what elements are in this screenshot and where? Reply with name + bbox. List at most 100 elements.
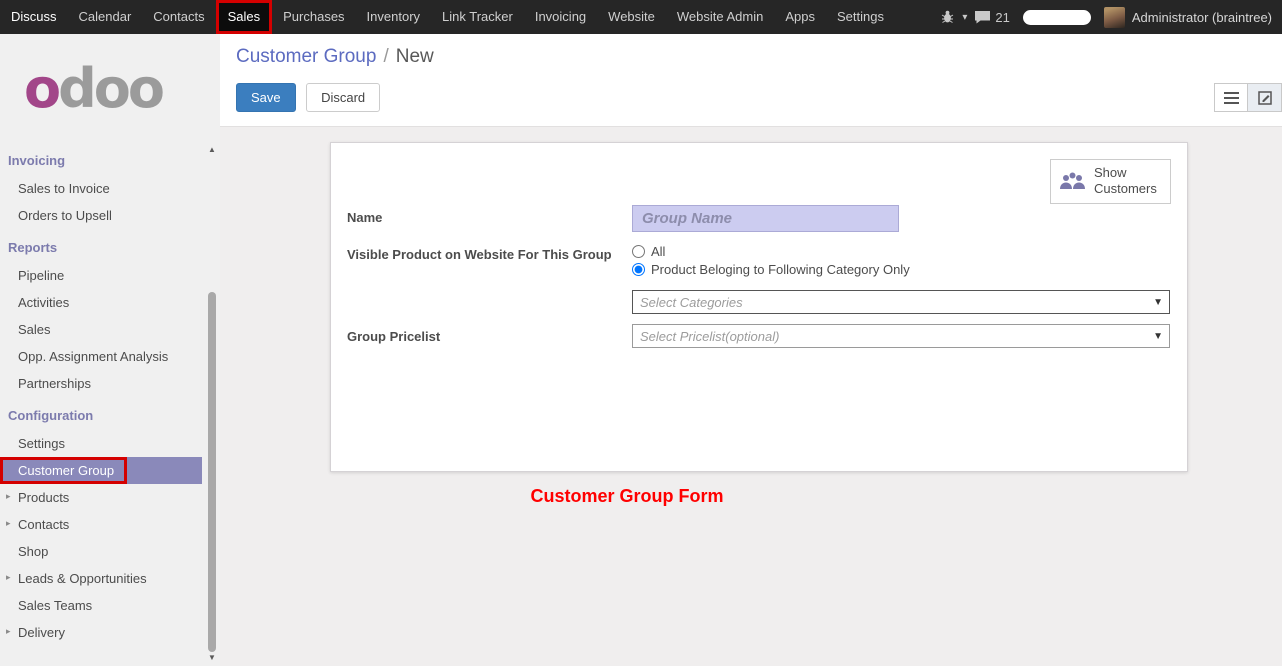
menu-settings[interactable]: Settings	[826, 0, 895, 34]
sidebar-item-label: Sales to Invoice	[18, 181, 110, 196]
odoo-logo-accent-letter: o	[24, 57, 58, 120]
breadcrumb-parent-link[interactable]: Customer Group	[236, 46, 376, 67]
show-customers-button[interactable]: Show Customers	[1050, 159, 1171, 204]
breadcrumb-current: New	[396, 46, 434, 67]
main-area: Customer Group / New Save Discard	[220, 34, 1282, 666]
sidebar-item-sales-teams[interactable]: Sales Teams	[0, 592, 202, 619]
list-view-button[interactable]	[1214, 83, 1248, 112]
odoo-logo-rest: doo	[58, 57, 162, 120]
view-switcher	[1214, 83, 1282, 112]
group-name-input[interactable]	[632, 205, 899, 232]
visibility-radio-group: All Product Beloging to Following Catego…	[632, 242, 1170, 280]
sidebar-item-opp-assignment-analysis[interactable]: Opp. Assignment Analysis	[0, 343, 202, 370]
pricelist-select-placeholder: Select Pricelist(optional)	[640, 329, 779, 344]
expand-arrow-icon[interactable]: ▸	[6, 491, 11, 502]
odoo-logo: odoo	[0, 34, 220, 142]
menu-sales[interactable]: Sales	[216, 0, 273, 34]
menu-invoicing[interactable]: Invoicing	[524, 0, 597, 34]
annotation-red-box: Customer Group	[0, 457, 127, 484]
dropdown-arrow-icon: ▼	[1153, 297, 1163, 308]
menu-link-tracker[interactable]: Link Tracker	[431, 0, 524, 34]
sidebar-item-label: Sales	[18, 322, 51, 337]
radio-category-only-label: Product Beloging to Following Category O…	[651, 262, 910, 277]
caret-down-icon[interactable]: ▾	[962, 12, 967, 23]
sidebar-item-label: Orders to Upsell	[18, 208, 112, 223]
scroll-down-icon[interactable]: ▼	[206, 652, 218, 664]
menu-contacts[interactable]: Contacts	[142, 0, 215, 34]
sidebar-section-configuration: Configuration	[0, 397, 202, 430]
sidebar-item-label: Activities	[18, 295, 69, 310]
sidebar-item-customer-group[interactable]: Customer Group	[0, 457, 202, 484]
menu-calendar[interactable]: Calendar	[68, 0, 143, 34]
show-customers-label: Show Customers	[1094, 165, 1158, 198]
sidebar-item-label: Settings	[18, 436, 65, 451]
avatar[interactable]	[1104, 7, 1125, 28]
name-label: Name	[347, 205, 632, 225]
sidebar-item-orders-to-upsell[interactable]: Orders to Upsell	[0, 202, 202, 229]
form-view-button[interactable]	[1248, 83, 1282, 112]
sidebar-item-shop[interactable]: Shop	[0, 538, 202, 565]
sidebar-item-label: Leads & Opportunities	[18, 571, 147, 586]
user-menu[interactable]: Administrator (braintree)	[1132, 10, 1272, 25]
expand-arrow-icon[interactable]: ▸	[6, 626, 11, 637]
annotation-caption: Customer Group Form	[427, 486, 827, 507]
menu-inventory[interactable]: Inventory	[356, 0, 431, 34]
sidebar-item-settings[interactable]: Settings	[0, 430, 202, 457]
save-button[interactable]: Save	[236, 83, 296, 112]
sidebar-item-delivery[interactable]: ▸ Delivery	[0, 619, 202, 646]
sidebar-item-label: Sales Teams	[18, 598, 92, 613]
sidebar-item-label: Products	[18, 490, 69, 505]
sidebar: odoo Invoicing Sales to Invoice Orders t…	[0, 34, 220, 666]
sidebar-item-partnerships[interactable]: Partnerships	[0, 370, 202, 397]
sidebar-section-reports: Reports	[0, 229, 202, 262]
menu-apps[interactable]: Apps	[774, 0, 826, 34]
menu-website[interactable]: Website	[597, 0, 666, 34]
sidebar-item-sales[interactable]: Sales	[0, 316, 202, 343]
list-view-icon	[1224, 92, 1239, 104]
top-menu-list: Discuss Calendar Contacts Sales Purchase…	[0, 0, 895, 34]
radio-option-all[interactable]: All	[632, 244, 1170, 259]
radio-all-input[interactable]	[632, 245, 645, 258]
pricelist-label: Group Pricelist	[347, 324, 632, 344]
visibility-label: Visible Product on Website For This Grou…	[347, 242, 632, 262]
radio-option-category-only[interactable]: Product Beloging to Following Category O…	[632, 262, 1170, 277]
sidebar-item-sales-to-invoice[interactable]: Sales to Invoice	[0, 175, 202, 202]
breadcrumb-separator: /	[383, 46, 388, 67]
expand-arrow-icon[interactable]: ▸	[6, 572, 11, 583]
menu-discuss[interactable]: Discuss	[0, 0, 68, 34]
expand-arrow-icon[interactable]: ▸	[6, 518, 11, 529]
scrollbar-thumb[interactable]	[208, 292, 216, 652]
form-view-icon	[1258, 91, 1272, 105]
sidebar-item-label: Pipeline	[18, 268, 64, 283]
sidebar-item-label: Customer Group	[18, 463, 114, 478]
messages-icon[interactable]	[974, 10, 991, 24]
scroll-up-icon[interactable]: ▲	[206, 144, 218, 156]
sidebar-item-leads-opportunities[interactable]: ▸ Leads & Opportunities	[0, 565, 202, 592]
form-fields: Name Visible Product on Website For This…	[347, 205, 1167, 348]
categories-select-placeholder: Select Categories	[640, 295, 743, 310]
menu-website-admin[interactable]: Website Admin	[666, 0, 774, 34]
sidebar-item-label: Delivery	[18, 625, 65, 640]
discard-button[interactable]: Discard	[306, 83, 380, 112]
sidebar-item-label: Shop	[18, 544, 48, 559]
sidebar-item-pipeline[interactable]: Pipeline	[0, 262, 202, 289]
radio-all-label: All	[651, 244, 665, 259]
sidebar-section-invoicing: Invoicing	[0, 142, 202, 175]
messages-count[interactable]: 21	[995, 10, 1009, 25]
sidebar-item-activities[interactable]: Activities	[0, 289, 202, 316]
categories-select[interactable]: Select Categories ▼	[632, 290, 1170, 314]
radio-category-only-input[interactable]	[632, 263, 645, 276]
sidebar-nav: Invoicing Sales to Invoice Orders to Ups…	[0, 142, 220, 646]
sidebar-item-products[interactable]: ▸ Products	[0, 484, 202, 511]
status-pill[interactable]	[1023, 10, 1091, 25]
dropdown-arrow-icon: ▼	[1153, 331, 1163, 342]
pricelist-select[interactable]: Select Pricelist(optional) ▼	[632, 324, 1170, 348]
sidebar-item-label: Contacts	[18, 517, 69, 532]
debug-bug-icon[interactable]	[940, 10, 955, 24]
sidebar-scrollbar[interactable]: ▲ ▼	[206, 144, 218, 664]
menu-purchases[interactable]: Purchases	[272, 0, 355, 34]
control-panel: Customer Group / New Save Discard	[220, 34, 1282, 127]
sidebar-item-contacts[interactable]: ▸ Contacts	[0, 511, 202, 538]
sidebar-item-label: Opp. Assignment Analysis	[18, 349, 168, 364]
topbar-right-tools: ▾ 21 Administrator (braintree)	[940, 0, 1282, 34]
